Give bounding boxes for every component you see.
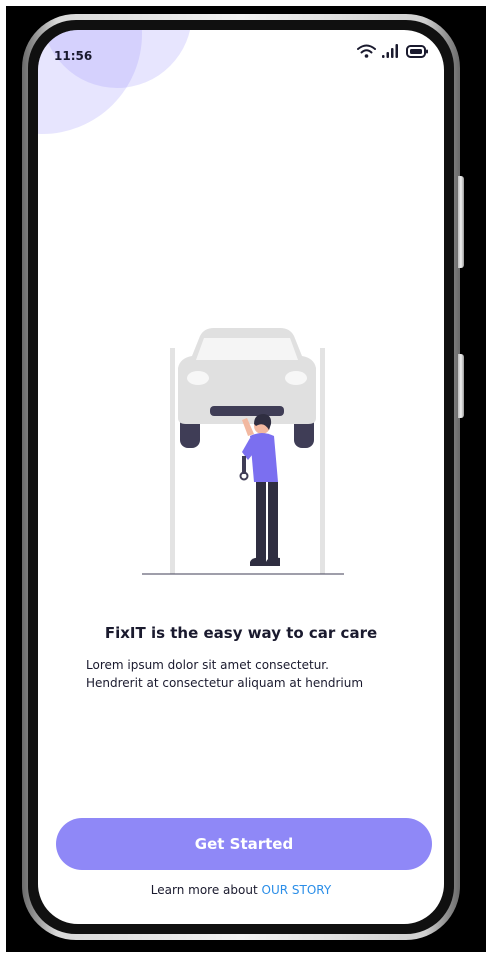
- description-line-2: Hendrerit at consectetur aliquam at hend…: [86, 676, 364, 690]
- our-story-link[interactable]: OUR STORY: [262, 883, 332, 897]
- battery-icon: [406, 44, 428, 58]
- learn-more-prefix: Learn more about: [150, 883, 258, 897]
- onboarding-description: Lorem ipsum dolor sit amet consectetur. …: [86, 656, 426, 692]
- phone-screen: 11:56 FixIT is the easy way to car care …: [38, 30, 444, 924]
- side-button-lower: [458, 354, 464, 418]
- signal-icon: [382, 44, 398, 58]
- get-started-button[interactable]: Get Started: [56, 818, 432, 870]
- stage: 11:56 FixIT is the easy way to car care …: [0, 0, 496, 958]
- status-time: 11:56: [54, 49, 93, 63]
- mechanic-under-car-icon: [142, 328, 344, 575]
- side-button-upper: [458, 176, 464, 268]
- description-line-1: Lorem ipsum dolor sit amet consectetur.: [86, 658, 329, 672]
- learn-more-text: Learn more about OUR STORY: [38, 883, 444, 897]
- onboarding-headline: FixIT is the easy way to car care: [104, 624, 378, 642]
- wifi-icon: [357, 44, 376, 58]
- status-icons: [357, 44, 428, 58]
